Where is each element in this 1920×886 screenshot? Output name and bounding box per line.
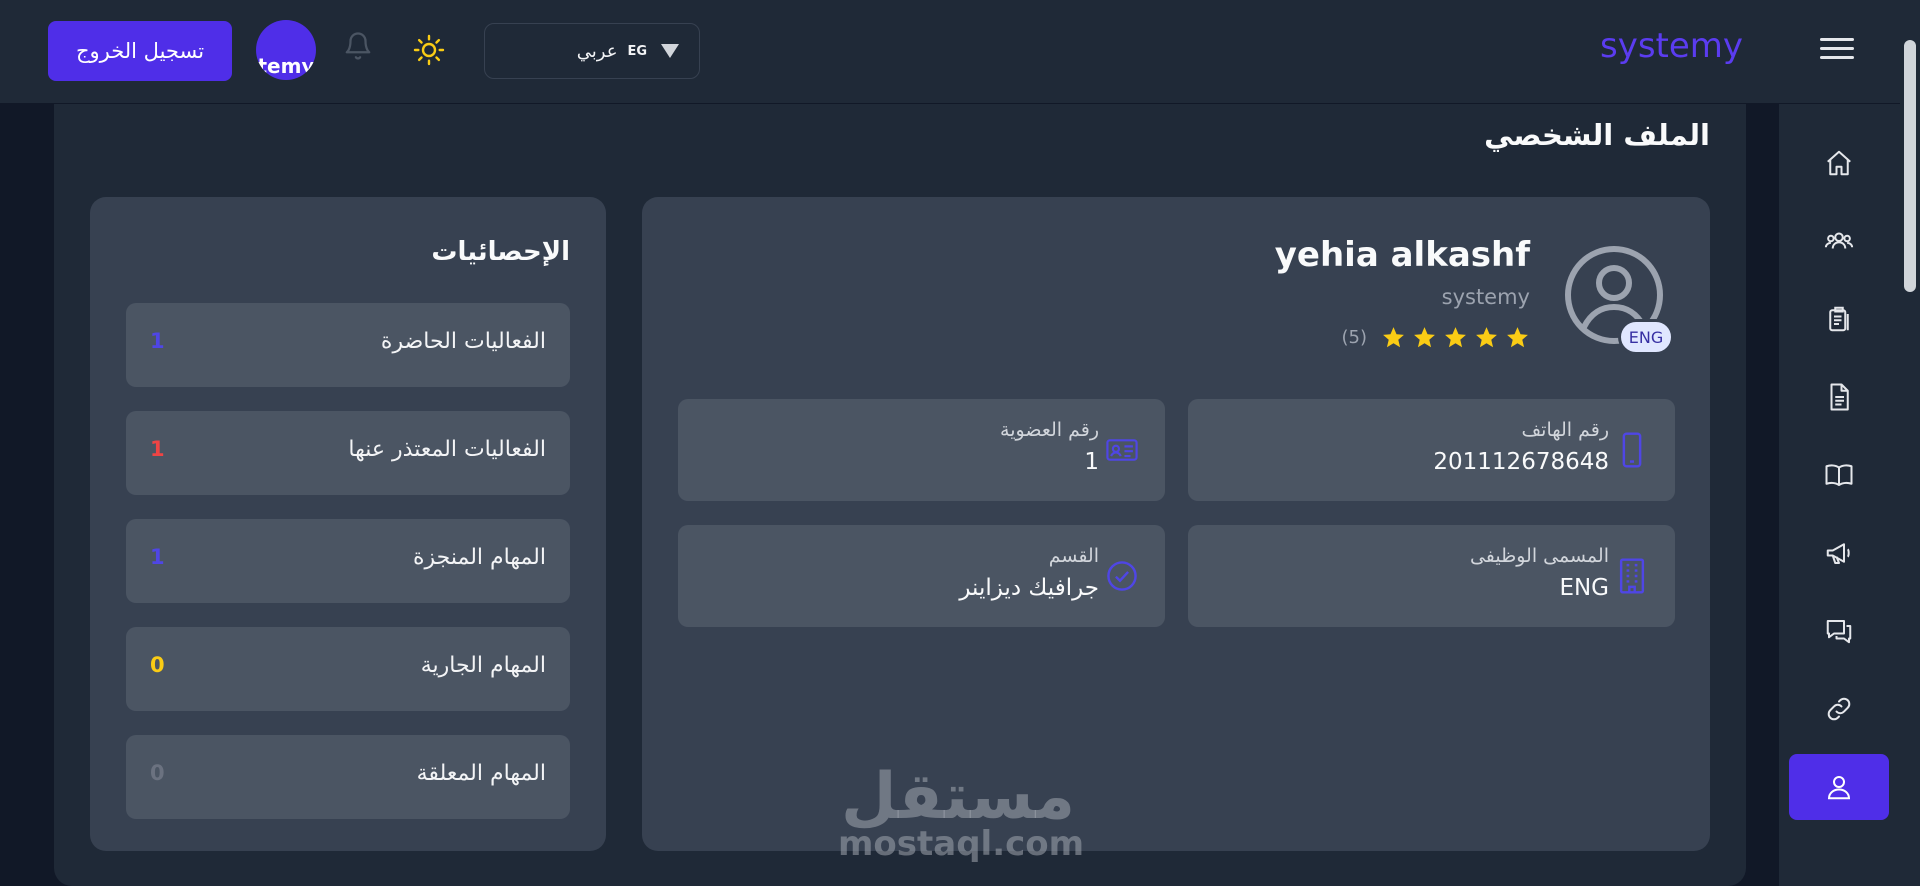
watermark-latin: mostaql.com	[838, 824, 1085, 864]
watermark-arabic: مستقل	[840, 760, 1076, 834]
stat-row: المهام المنجزة 1	[126, 519, 570, 603]
check-circle-icon	[1107, 561, 1137, 591]
brand-logo[interactable]: systemy	[1600, 26, 1743, 66]
watermark: مستقل mostaql.com	[838, 760, 1085, 886]
sidebar-item-profile[interactable]	[1789, 754, 1889, 820]
star-icon	[1476, 327, 1497, 348]
clipboard-icon	[1829, 306, 1849, 332]
info-value: 201112678648	[1433, 449, 1609, 475]
info-label: رقم الهاتف	[1521, 419, 1609, 441]
stats-card: الإحصائيات الفعاليات الحاضرة 1 الفعاليات…	[90, 197, 606, 851]
user-icon	[1827, 776, 1851, 800]
book-icon	[1825, 464, 1853, 486]
avatar[interactable]: temy	[256, 20, 316, 80]
scrollbar-thumb[interactable]	[1904, 40, 1916, 292]
top-bar: تسجيل الخروج temy عربي EG systemy	[0, 0, 1900, 104]
sidebar-item-tasks[interactable]	[1789, 286, 1889, 352]
caret-down-icon	[661, 44, 679, 58]
stat-value: 1	[150, 437, 165, 461]
stat-row: الفعاليات الحاضرة 1	[126, 303, 570, 387]
info-label: رقم العضوية	[1000, 419, 1099, 441]
home-icon	[1827, 150, 1851, 176]
stat-label: الفعاليات المعتذر عنها	[348, 437, 546, 462]
stat-row: المهام المعلقة 0	[126, 735, 570, 819]
phone-icon	[1622, 432, 1642, 468]
star-icon	[1383, 327, 1404, 348]
sidebar-item-links[interactable]	[1789, 676, 1889, 742]
info-job-title: المسمى الوظيفى ENG	[1188, 525, 1675, 627]
rating: (5)	[1341, 325, 1530, 350]
stat-label: المهام الجارية	[420, 653, 546, 678]
profile-card: ENG yehia alkashf systemy (5) رقم الهاتف…	[642, 197, 1710, 851]
id-card-icon	[1106, 439, 1138, 461]
users-icon	[1824, 232, 1854, 249]
info-department: القسم جرافيك ديزاينر	[678, 525, 1165, 627]
sidebar-item-documents[interactable]	[1789, 364, 1889, 430]
scrollbar[interactable]	[1900, 0, 1920, 886]
star-icon	[1414, 327, 1435, 348]
bell-icon[interactable]	[343, 30, 373, 62]
link-icon	[1827, 697, 1851, 721]
stat-label: المهام المعلقة	[416, 761, 546, 786]
info-value: جرافيك ديزاينر	[959, 575, 1099, 601]
info-value: ENG	[1559, 575, 1609, 601]
user-company: systemy	[1441, 285, 1530, 309]
info-label: المسمى الوظيفى	[1469, 545, 1609, 567]
language-label: عربي	[576, 40, 618, 62]
stat-value: 0	[150, 653, 165, 677]
flag-icon: EG	[627, 43, 647, 59]
info-phone: رقم الهاتف 201112678648	[1188, 399, 1675, 501]
stat-row: المهام الجارية 0	[126, 627, 570, 711]
stat-label: المهام المنجزة	[412, 545, 546, 570]
stat-value: 1	[150, 545, 165, 569]
role-badge: ENG	[1618, 319, 1674, 355]
info-label: القسم	[1048, 545, 1099, 567]
stats-title: الإحصائيات	[431, 237, 570, 267]
sidebar-item-announcements[interactable]	[1789, 520, 1889, 586]
document-icon	[1830, 383, 1849, 411]
logout-button[interactable]: تسجيل الخروج	[48, 21, 232, 81]
avatar-text: temy	[257, 54, 315, 78]
sidebar	[1778, 104, 1900, 886]
sidebar-item-home[interactable]	[1789, 130, 1889, 196]
language-select[interactable]: عربي EG	[484, 23, 700, 79]
info-value: 1	[1084, 449, 1099, 475]
stat-row: الفعاليات المعتذر عنها 1	[126, 411, 570, 495]
sidebar-item-library[interactable]	[1789, 442, 1889, 508]
page-title: الملف الشخصي	[1484, 118, 1710, 152]
stat-value: 1	[150, 329, 165, 353]
building-icon	[1619, 558, 1645, 594]
star-icon	[1445, 327, 1466, 348]
info-membership: رقم العضوية 1	[678, 399, 1165, 501]
sidebar-item-chat[interactable]	[1789, 598, 1889, 664]
megaphone-icon	[1826, 543, 1850, 564]
stat-label: الفعاليات الحاضرة	[380, 329, 546, 354]
rating-count: (5)	[1341, 327, 1367, 348]
sidebar-item-users[interactable]	[1789, 208, 1889, 274]
star-icon	[1507, 327, 1528, 348]
sun-icon[interactable]	[413, 34, 445, 66]
menu-icon[interactable]	[1820, 38, 1854, 64]
chat-icon	[1826, 620, 1852, 644]
user-name: yehia alkashf	[1274, 235, 1530, 275]
stat-value: 0	[150, 761, 165, 785]
